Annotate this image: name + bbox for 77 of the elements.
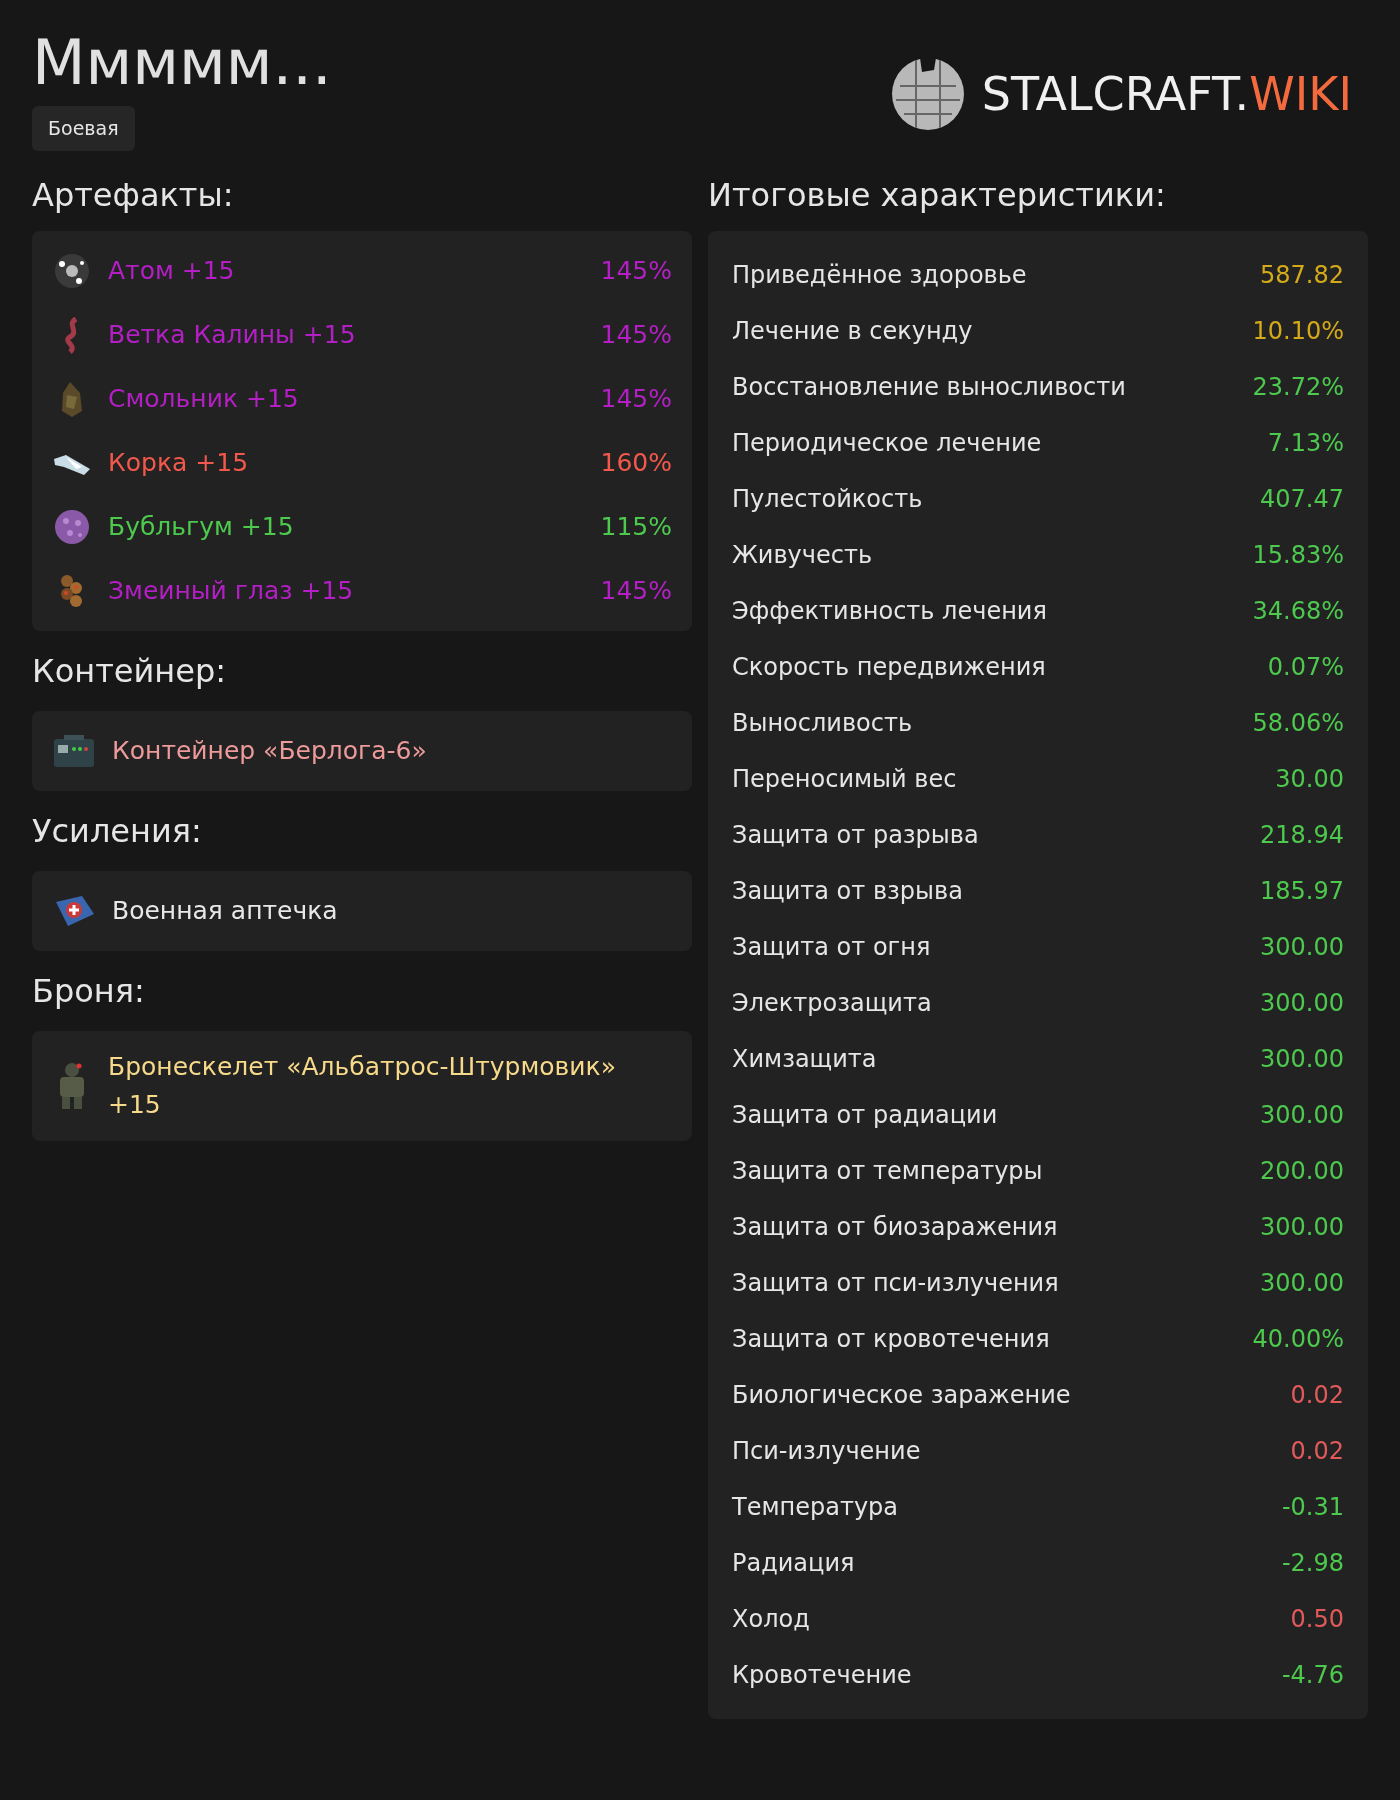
stat-label: Защита от биозаражения — [732, 1211, 1058, 1243]
stat-value: 0.07% — [1267, 651, 1344, 683]
stat-value: 300.00 — [1260, 1211, 1344, 1243]
section-heading: Контейнер: — [32, 650, 228, 691]
stat-label: Защита от разрыва — [732, 819, 979, 851]
stat-label: Живучесть — [732, 539, 873, 571]
stat-label: Пси-излучение — [732, 1435, 921, 1467]
stat-value: 34.68% — [1252, 595, 1344, 627]
stat-value: 587.82 — [1260, 259, 1344, 291]
stat-label: Температура — [732, 1491, 899, 1523]
stat-value: 185.97 — [1260, 875, 1344, 907]
stat-label: Электрозащита — [732, 987, 932, 1019]
logo-wordmark: STALCRAFT.WIKI — [981, 65, 1352, 123]
container-name[interactable]: Контейнер «Берлога-6» — [112, 731, 427, 770]
stat-label: Лечение в секунду — [732, 315, 973, 347]
category-tag: Боевая — [32, 106, 135, 151]
globe-logo-icon — [889, 56, 966, 132]
stat-value: 300.00 — [1260, 987, 1344, 1019]
stat-value: 0.02 — [1290, 1435, 1344, 1467]
stat-label: Защита от огня — [732, 931, 931, 963]
stat-value: 15.83% — [1252, 539, 1344, 571]
stat-value: 10.10% — [1252, 315, 1344, 347]
artifact-percent: 145% — [600, 574, 672, 607]
stat-label: Переносимый вес — [732, 763, 957, 795]
stat-label: Химзащита — [732, 1043, 877, 1075]
artifact-name[interactable]: Корка +15 — [108, 443, 585, 482]
stat-value: -4.76 — [1281, 1659, 1344, 1691]
stat-label: Восстановление выносливости — [732, 371, 1126, 403]
stat-value: 30.00 — [1275, 763, 1344, 795]
stat-value: 40.00% — [1252, 1323, 1344, 1355]
armor-name[interactable]: Бронескелет «Альбатрос-Штурмовик» +15 — [108, 1047, 672, 1124]
stat-label: Защита от пси-излучения — [732, 1267, 1059, 1299]
stat-value: 200.00 — [1260, 1155, 1344, 1187]
stat-value: -2.98 — [1281, 1547, 1344, 1579]
artifact-percent: 145% — [600, 318, 672, 351]
page-title: Ммммм... — [32, 32, 332, 94]
stat-label: Защита от взрыва — [732, 875, 963, 907]
artifact-name[interactable]: Ветка Калины +15 — [108, 315, 585, 354]
artifact-percent: 115% — [600, 510, 672, 543]
stat-value: 407.47 — [1260, 483, 1344, 515]
section-heading: Броня: — [32, 970, 146, 1011]
stat-value: 218.94 — [1260, 819, 1344, 851]
section-heading: Усиления: — [32, 810, 203, 851]
stat-value: 300.00 — [1260, 1099, 1344, 1131]
artifact-name[interactable]: Бубльгум +15 — [108, 507, 585, 546]
artifact-percent: 145% — [600, 254, 672, 287]
artifact-name[interactable]: Смольник +15 — [108, 379, 585, 418]
stat-label: Эффективность лечения — [732, 595, 1047, 627]
stat-value: 58.06% — [1252, 707, 1344, 739]
stat-label: Защита от кровотечения — [732, 1323, 1050, 1355]
stat-value: 300.00 — [1260, 1267, 1344, 1299]
stat-label: Кровотечение — [732, 1659, 912, 1691]
stat-value: 7.13% — [1267, 427, 1344, 459]
stat-value: 0.50 — [1290, 1603, 1344, 1635]
stat-label: Приведённое здоровье — [732, 259, 1027, 291]
stat-label: Защита от радиации — [732, 1099, 998, 1131]
stat-value: 23.72% — [1252, 371, 1344, 403]
stat-label: Защита от температуры — [732, 1155, 1043, 1187]
artifact-percent: 160% — [600, 446, 672, 479]
stat-label: Холод — [732, 1603, 810, 1635]
artifact-percent: 145% — [600, 382, 672, 415]
stat-label: Пулестойкость — [732, 483, 923, 515]
boost-name[interactable]: Военная аптечка — [112, 891, 338, 930]
stat-label: Биологическое заражение — [732, 1379, 1071, 1411]
stat-value: 0.02 — [1290, 1379, 1344, 1411]
stat-label: Периодическое лечение — [732, 427, 1042, 459]
artifact-name[interactable]: Змеиный глаз +15 — [108, 571, 585, 610]
stat-value: 300.00 — [1260, 931, 1344, 963]
stat-label: Радиация — [732, 1547, 855, 1579]
stat-value: -0.31 — [1281, 1491, 1344, 1523]
stat-label: Выносливость — [732, 707, 913, 739]
section-heading: Артефакты: — [32, 174, 235, 215]
section-heading: Итоговые характеристики: — [708, 174, 1167, 215]
stat-value: 300.00 — [1260, 1043, 1344, 1075]
artifact-name[interactable]: Атом +15 — [108, 251, 585, 290]
case-icon — [52, 732, 96, 769]
stat-label: Скорость передвижения — [732, 651, 1046, 683]
